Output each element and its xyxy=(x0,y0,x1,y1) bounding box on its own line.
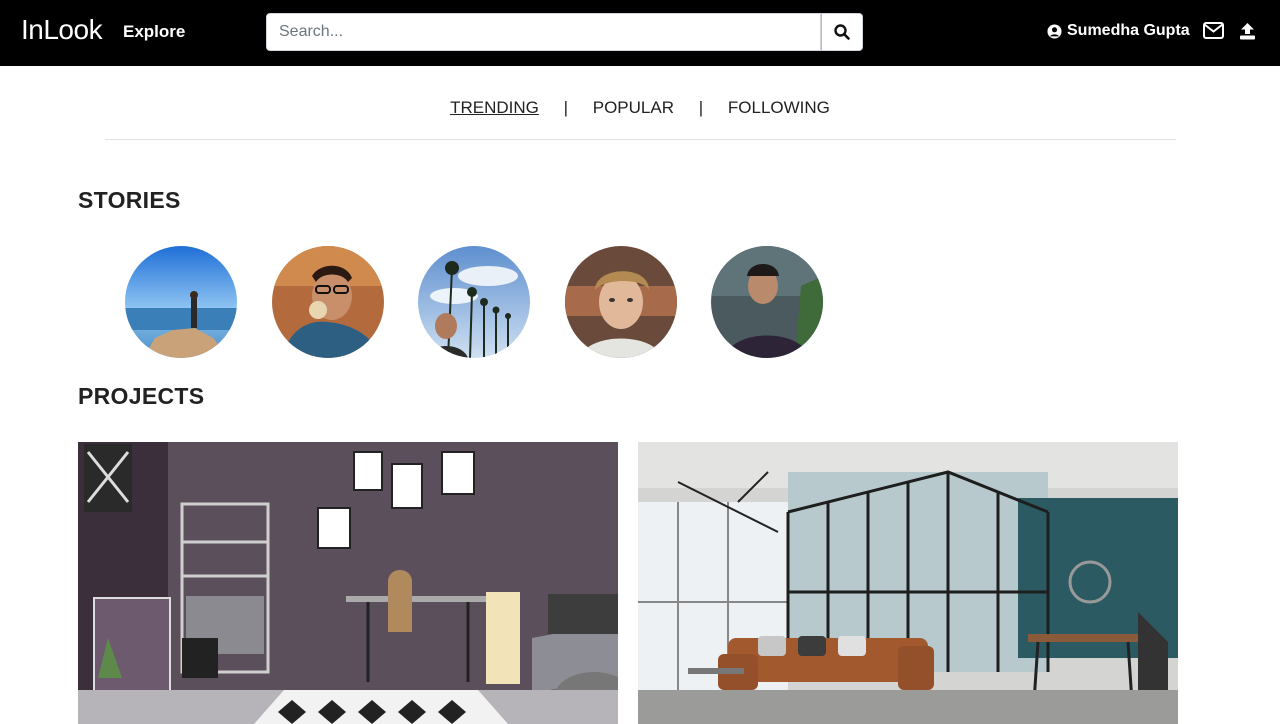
project-image xyxy=(638,442,1178,724)
top-navbar: InLook Explore Sumedha Gupta xyxy=(0,0,1280,66)
tab-separator: | xyxy=(698,98,704,117)
story-avatar[interactable] xyxy=(418,246,530,358)
story-image xyxy=(418,246,530,358)
tab-following[interactable]: FOLLOWING xyxy=(728,98,830,118)
upload-icon xyxy=(1240,23,1255,40)
brand-logo[interactable]: InLook xyxy=(21,14,103,46)
stories-heading: STORIES xyxy=(78,187,181,213)
tab-separator: | xyxy=(563,98,569,117)
tab-popular[interactable]: POPULAR xyxy=(593,98,674,118)
search-icon xyxy=(834,24,850,40)
user-circle-icon xyxy=(1047,23,1062,39)
project-card[interactable] xyxy=(78,442,618,724)
story-image xyxy=(125,246,237,358)
search-input[interactable] xyxy=(266,13,821,51)
explore-link[interactable]: Explore xyxy=(123,22,185,42)
user-menu[interactable]: Sumedha Gupta xyxy=(1047,22,1190,40)
feed-tabs: TRENDING | POPULAR | FOLLOWING xyxy=(0,98,1280,118)
messages-button[interactable] xyxy=(1203,22,1224,44)
search-bar xyxy=(266,13,863,51)
user-name: Sumedha Gupta xyxy=(1067,22,1190,39)
story-avatar[interactable] xyxy=(565,246,677,358)
project-image xyxy=(78,442,618,724)
story-image xyxy=(272,246,384,358)
projects-heading: PROJECTS xyxy=(78,383,205,409)
tabs-divider xyxy=(105,139,1176,140)
upload-button[interactable] xyxy=(1239,22,1256,45)
story-avatar[interactable] xyxy=(711,246,823,358)
story-image xyxy=(565,246,677,358)
envelope-icon xyxy=(1203,22,1224,39)
tab-trending[interactable]: TRENDING xyxy=(450,98,539,118)
story-avatar[interactable] xyxy=(125,246,237,358)
story-avatar[interactable] xyxy=(272,246,384,358)
search-button[interactable] xyxy=(821,13,863,51)
story-image xyxy=(711,246,823,358)
project-card[interactable] xyxy=(638,442,1178,724)
